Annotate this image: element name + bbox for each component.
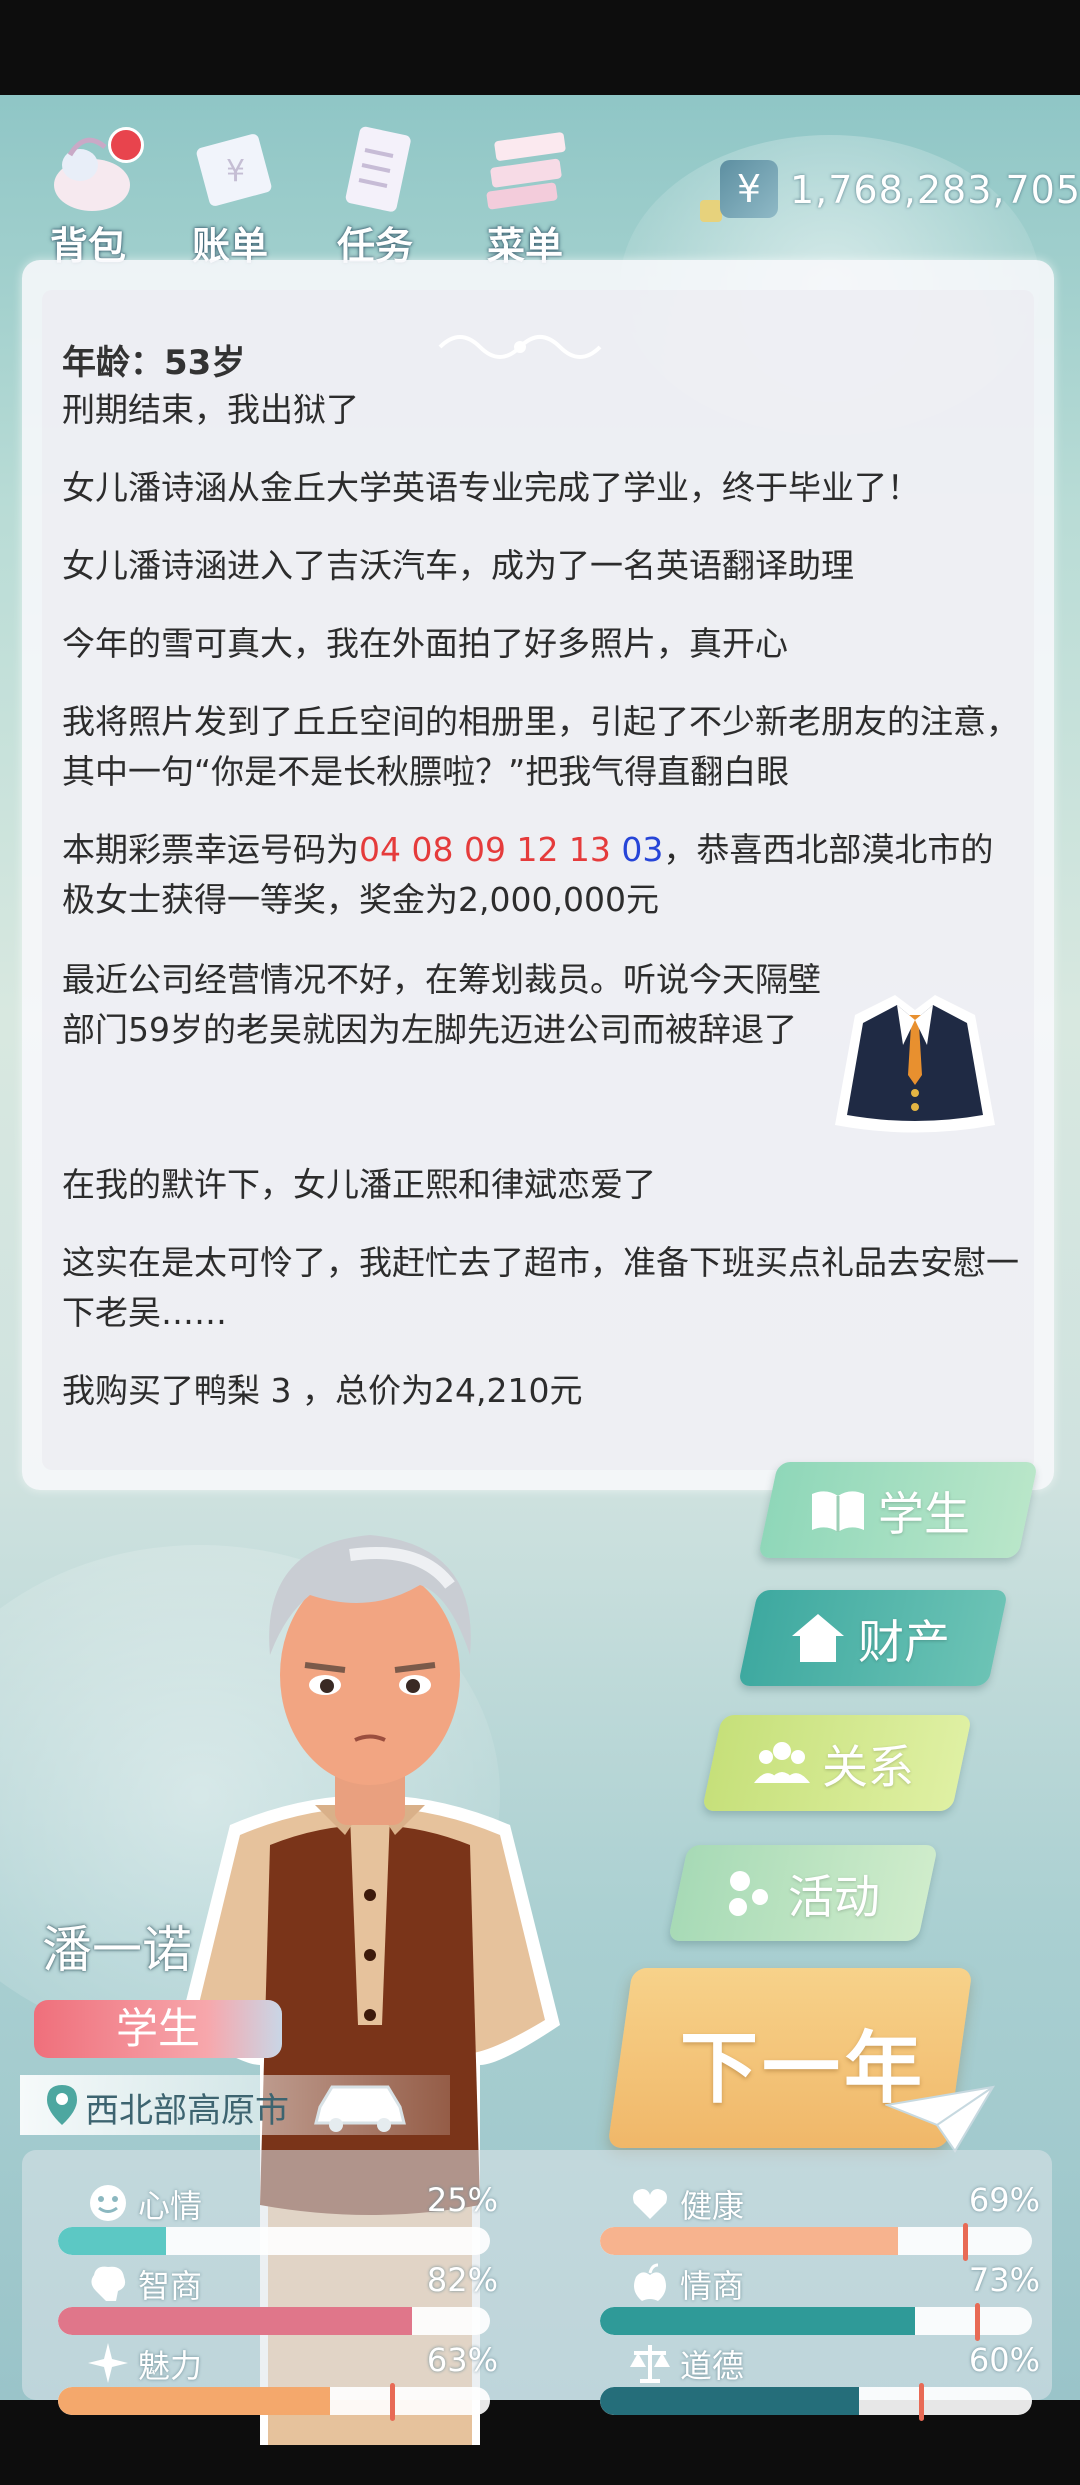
event-text: 今年的雪可真大，我在外面拍了好多照片，真开心 bbox=[62, 624, 788, 663]
stat-marker bbox=[975, 2303, 981, 2341]
menu-icon bbox=[486, 132, 566, 210]
stat-marker bbox=[963, 2223, 969, 2261]
sparkle-icon bbox=[88, 2343, 128, 2383]
house-icon bbox=[792, 1614, 844, 1662]
stat-bar-fill bbox=[600, 2307, 916, 2335]
stat-3: 情商 73% bbox=[600, 2261, 1040, 2345]
student-label: 学生 bbox=[878, 1487, 970, 1541]
stat-marker bbox=[919, 2383, 925, 2421]
lottery-blue-number: 03 bbox=[621, 830, 664, 869]
bag-button[interactable]: 背包 bbox=[18, 115, 158, 268]
stat-label: 健康 bbox=[680, 2187, 745, 2225]
age-label: 年龄：53岁 bbox=[62, 343, 246, 383]
people-icon bbox=[754, 1742, 810, 1783]
paper-plane-icon bbox=[885, 2085, 995, 2153]
stat-bar bbox=[58, 2387, 490, 2415]
relation-label: 关系 bbox=[822, 1740, 914, 1794]
location-text: 西北部高原市 bbox=[85, 2091, 289, 2131]
yen-icon: ¥ bbox=[720, 160, 778, 218]
stat-bar-fill bbox=[58, 2227, 166, 2255]
stat-4: 魅力 63% bbox=[58, 2341, 498, 2425]
activity-label: 活动 bbox=[788, 1870, 880, 1924]
money-amount: 1,768,283,705 bbox=[790, 168, 1080, 212]
notification-dot bbox=[108, 127, 144, 163]
lottery-event: 本期彩票幸运号码为04 08 09 12 13 03，恭喜西北部漠北市的极女士获… bbox=[62, 825, 1022, 925]
scales-icon bbox=[630, 2345, 670, 2383]
stat-label: 魅力 bbox=[138, 2347, 203, 2385]
event-text: 刑期结束，我出狱了 bbox=[62, 390, 359, 429]
suit-icon bbox=[835, 995, 995, 1133]
car-icon bbox=[314, 2085, 406, 2132]
bill-button[interactable]: ¥ 账单 bbox=[160, 115, 300, 268]
stat-label: 心情 bbox=[138, 2187, 203, 2225]
heart-icon bbox=[633, 2189, 667, 2219]
stat-bar bbox=[58, 2227, 490, 2255]
location-pin-icon bbox=[47, 2085, 77, 2125]
event-text: 我将照片发到了丘丘空间的相册里，引起了不少新老朋友的注意，其中一句“你是不是长秋… bbox=[62, 702, 1019, 791]
task-button[interactable]: 任务 bbox=[305, 115, 445, 268]
event-text: 这实在是太可怜了，我赶忙去了超市，准备下班买点礼品去安慰一下老吴…… bbox=[62, 1243, 1019, 1332]
student-button[interactable]: 学生 bbox=[757, 1462, 1039, 1558]
stat-0: 心情 25% bbox=[58, 2181, 498, 2265]
lottery-prefix: 本期彩票幸运号码为 bbox=[62, 830, 359, 869]
stat-bar bbox=[600, 2307, 1032, 2335]
stat-value: 73% bbox=[968, 2261, 1040, 2299]
stat-bar-fill bbox=[600, 2387, 860, 2415]
job-badge[interactable]: 学生 bbox=[34, 2000, 282, 2058]
event-text: 我购买了鸭梨 3 ，总价为24,210元 bbox=[62, 1371, 583, 1410]
relation-button[interactable]: 关系 bbox=[701, 1715, 973, 1811]
stat-value: 60% bbox=[968, 2341, 1040, 2379]
property-label: 财产 bbox=[858, 1615, 950, 1669]
brain-icon bbox=[91, 2266, 126, 2301]
character-name: 潘一诺 bbox=[42, 1921, 192, 1979]
event-text: 女儿潘诗涵进入了吉沃汽车，成为了一名英语翻译助理 bbox=[62, 546, 854, 585]
stat-bar bbox=[58, 2307, 490, 2335]
event-text: 最近公司经营情况不好，在筹划裁员。听说今天隔壁部门59岁的老吴就因为左脚先迈进公… bbox=[62, 960, 821, 1049]
book-icon bbox=[812, 1491, 864, 1532]
menu-button[interactable]: 菜单 bbox=[455, 115, 595, 268]
stat-bar-fill bbox=[600, 2227, 899, 2255]
stat-value: 69% bbox=[968, 2181, 1040, 2219]
coin-icon bbox=[700, 200, 722, 222]
event-text: 在我的默许下，女儿潘正熙和律斌恋爱了 bbox=[62, 1165, 656, 1204]
stat-value: 25% bbox=[426, 2181, 498, 2219]
stat-value: 63% bbox=[426, 2341, 498, 2379]
money-display: ¥ 1,768,283,705 bbox=[700, 160, 1080, 240]
stat-5: 道德 60% bbox=[600, 2341, 1040, 2425]
task-icon bbox=[345, 126, 411, 212]
lottery-red-numbers: 04 08 09 12 13 bbox=[359, 830, 611, 869]
property-button[interactable]: 财产 bbox=[737, 1590, 1009, 1686]
activity-icon bbox=[729, 1871, 768, 1916]
activity-button[interactable]: 活动 bbox=[667, 1845, 939, 1941]
apple-icon bbox=[634, 2263, 666, 2301]
stat-marker bbox=[390, 2383, 396, 2421]
smile-icon bbox=[90, 2185, 126, 2221]
stat-bar bbox=[600, 2387, 1032, 2415]
bill-icon: ¥ bbox=[196, 134, 272, 206]
stat-label: 道德 bbox=[680, 2347, 745, 2385]
stat-value: 82% bbox=[426, 2261, 498, 2299]
stat-bar-fill bbox=[58, 2387, 331, 2415]
event-text: 女儿潘诗涵从金丘大学英语专业完成了学业，终于毕业了！ bbox=[62, 468, 920, 507]
location-banner[interactable]: 西北部高原市 bbox=[20, 2075, 450, 2135]
stat-bar-fill bbox=[58, 2307, 413, 2335]
ornament-icon bbox=[438, 335, 602, 359]
stat-1: 健康 69% bbox=[600, 2181, 1040, 2265]
stat-label: 情商 bbox=[680, 2267, 745, 2305]
stat-label: 智商 bbox=[138, 2267, 203, 2305]
svg-text:¥: ¥ bbox=[226, 154, 245, 189]
stat-2: 智商 82% bbox=[58, 2261, 498, 2345]
